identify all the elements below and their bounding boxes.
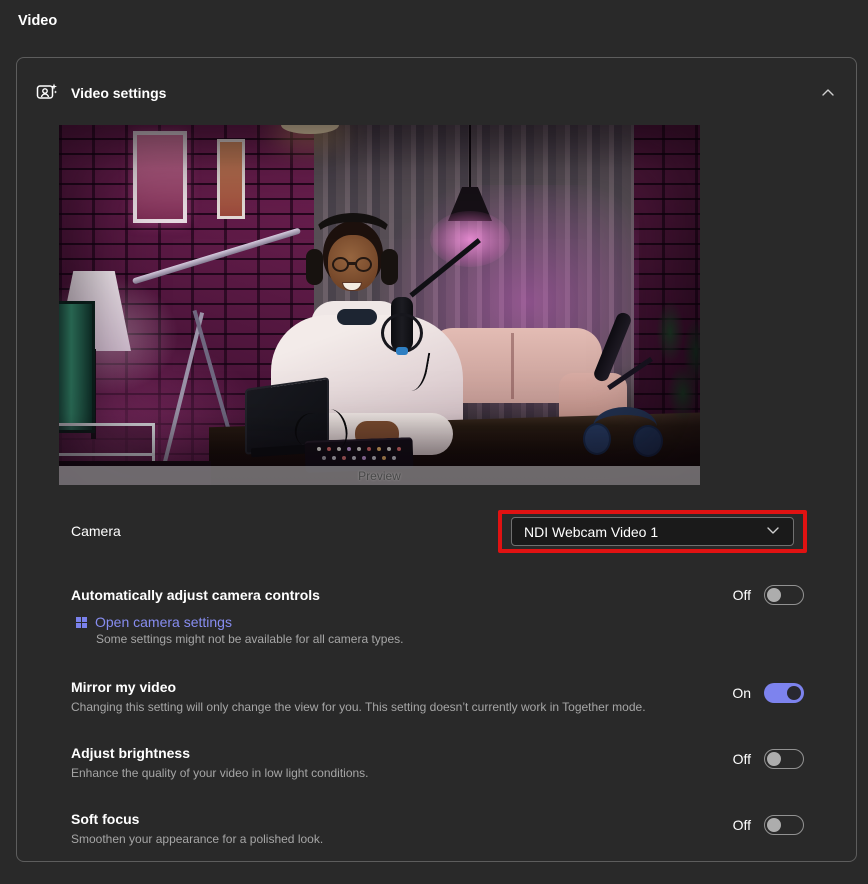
auto-adjust-toggle[interactable] [764,585,804,605]
windows-logo-icon [76,617,87,628]
camera-dropdown-value: NDI Webcam Video 1 [524,524,658,540]
toggle-state-label: Off [733,751,751,767]
setting-title: Adjust brightness [71,745,804,762]
vignette-overlay [59,125,700,485]
setting-description: Smoothen your appearance for a polished … [71,832,804,847]
video-settings-icon [36,81,58,103]
soft-focus-toggle[interactable] [764,815,804,835]
camera-preview: Preview [59,125,700,485]
setting-row-auto-adjust: Automatically adjust camera controls Off [71,587,804,604]
open-camera-settings-link[interactable]: Open camera settings [95,614,232,630]
mirror-video-toggle[interactable] [764,683,804,703]
camera-dropdown[interactable]: NDI Webcam Video 1 [511,517,794,546]
setting-row-mirror: Mirror my video Changing this setting wi… [71,679,804,715]
collapse-section-button[interactable] [815,82,841,106]
toggle-state-label: On [732,685,751,701]
chevron-up-icon [820,85,836,104]
setting-title: Soft focus [71,811,804,828]
setting-description: Some settings might not be available for… [96,632,804,647]
camera-label: Camera [71,523,121,539]
preview-label-bar: Preview [59,466,700,485]
toggle-knob [767,818,781,832]
setting-title: Mirror my video [71,679,804,696]
chevron-down-icon [765,522,781,541]
video-settings-panel: Video settings [16,57,857,862]
adjust-brightness-toggle[interactable] [764,749,804,769]
toggle-state-label: Off [733,817,751,833]
setting-title: Automatically adjust camera controls [71,587,804,604]
annotation-highlight-box: NDI Webcam Video 1 [498,510,807,553]
setting-row-soft-focus: Soft focus Smoothen your appearance for … [71,811,804,847]
section-title: Video settings [71,85,166,101]
toggle-state-label: Off [733,587,751,603]
setting-description: Changing this setting will only change t… [71,700,804,715]
toggle-knob [767,752,781,766]
toggle-knob [767,588,781,602]
toggle-knob [787,686,801,700]
preview-label: Preview [358,469,401,483]
page-title: Video [18,13,57,29]
setting-row-brightness: Adjust brightness Enhance the quality of… [71,745,804,781]
setting-description: Enhance the quality of your video in low… [71,766,804,781]
camera-settings-link-block: Open camera settings Some settings might… [71,614,804,647]
